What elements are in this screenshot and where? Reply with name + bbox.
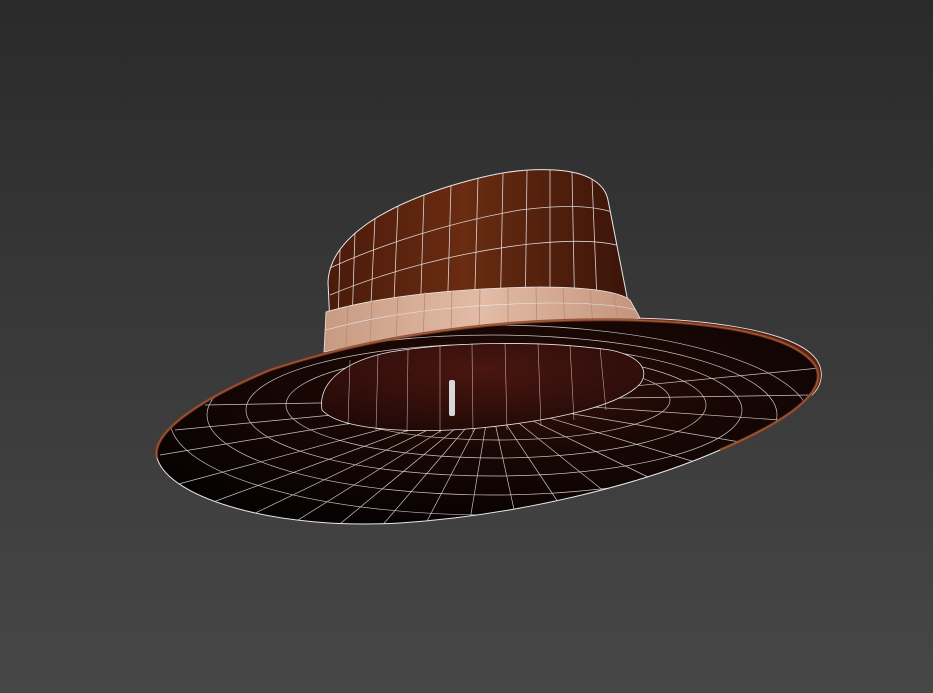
3d-viewport[interactable]	[0, 0, 933, 693]
specular-highlight	[449, 380, 455, 416]
hat-model[interactable]	[0, 0, 933, 693]
